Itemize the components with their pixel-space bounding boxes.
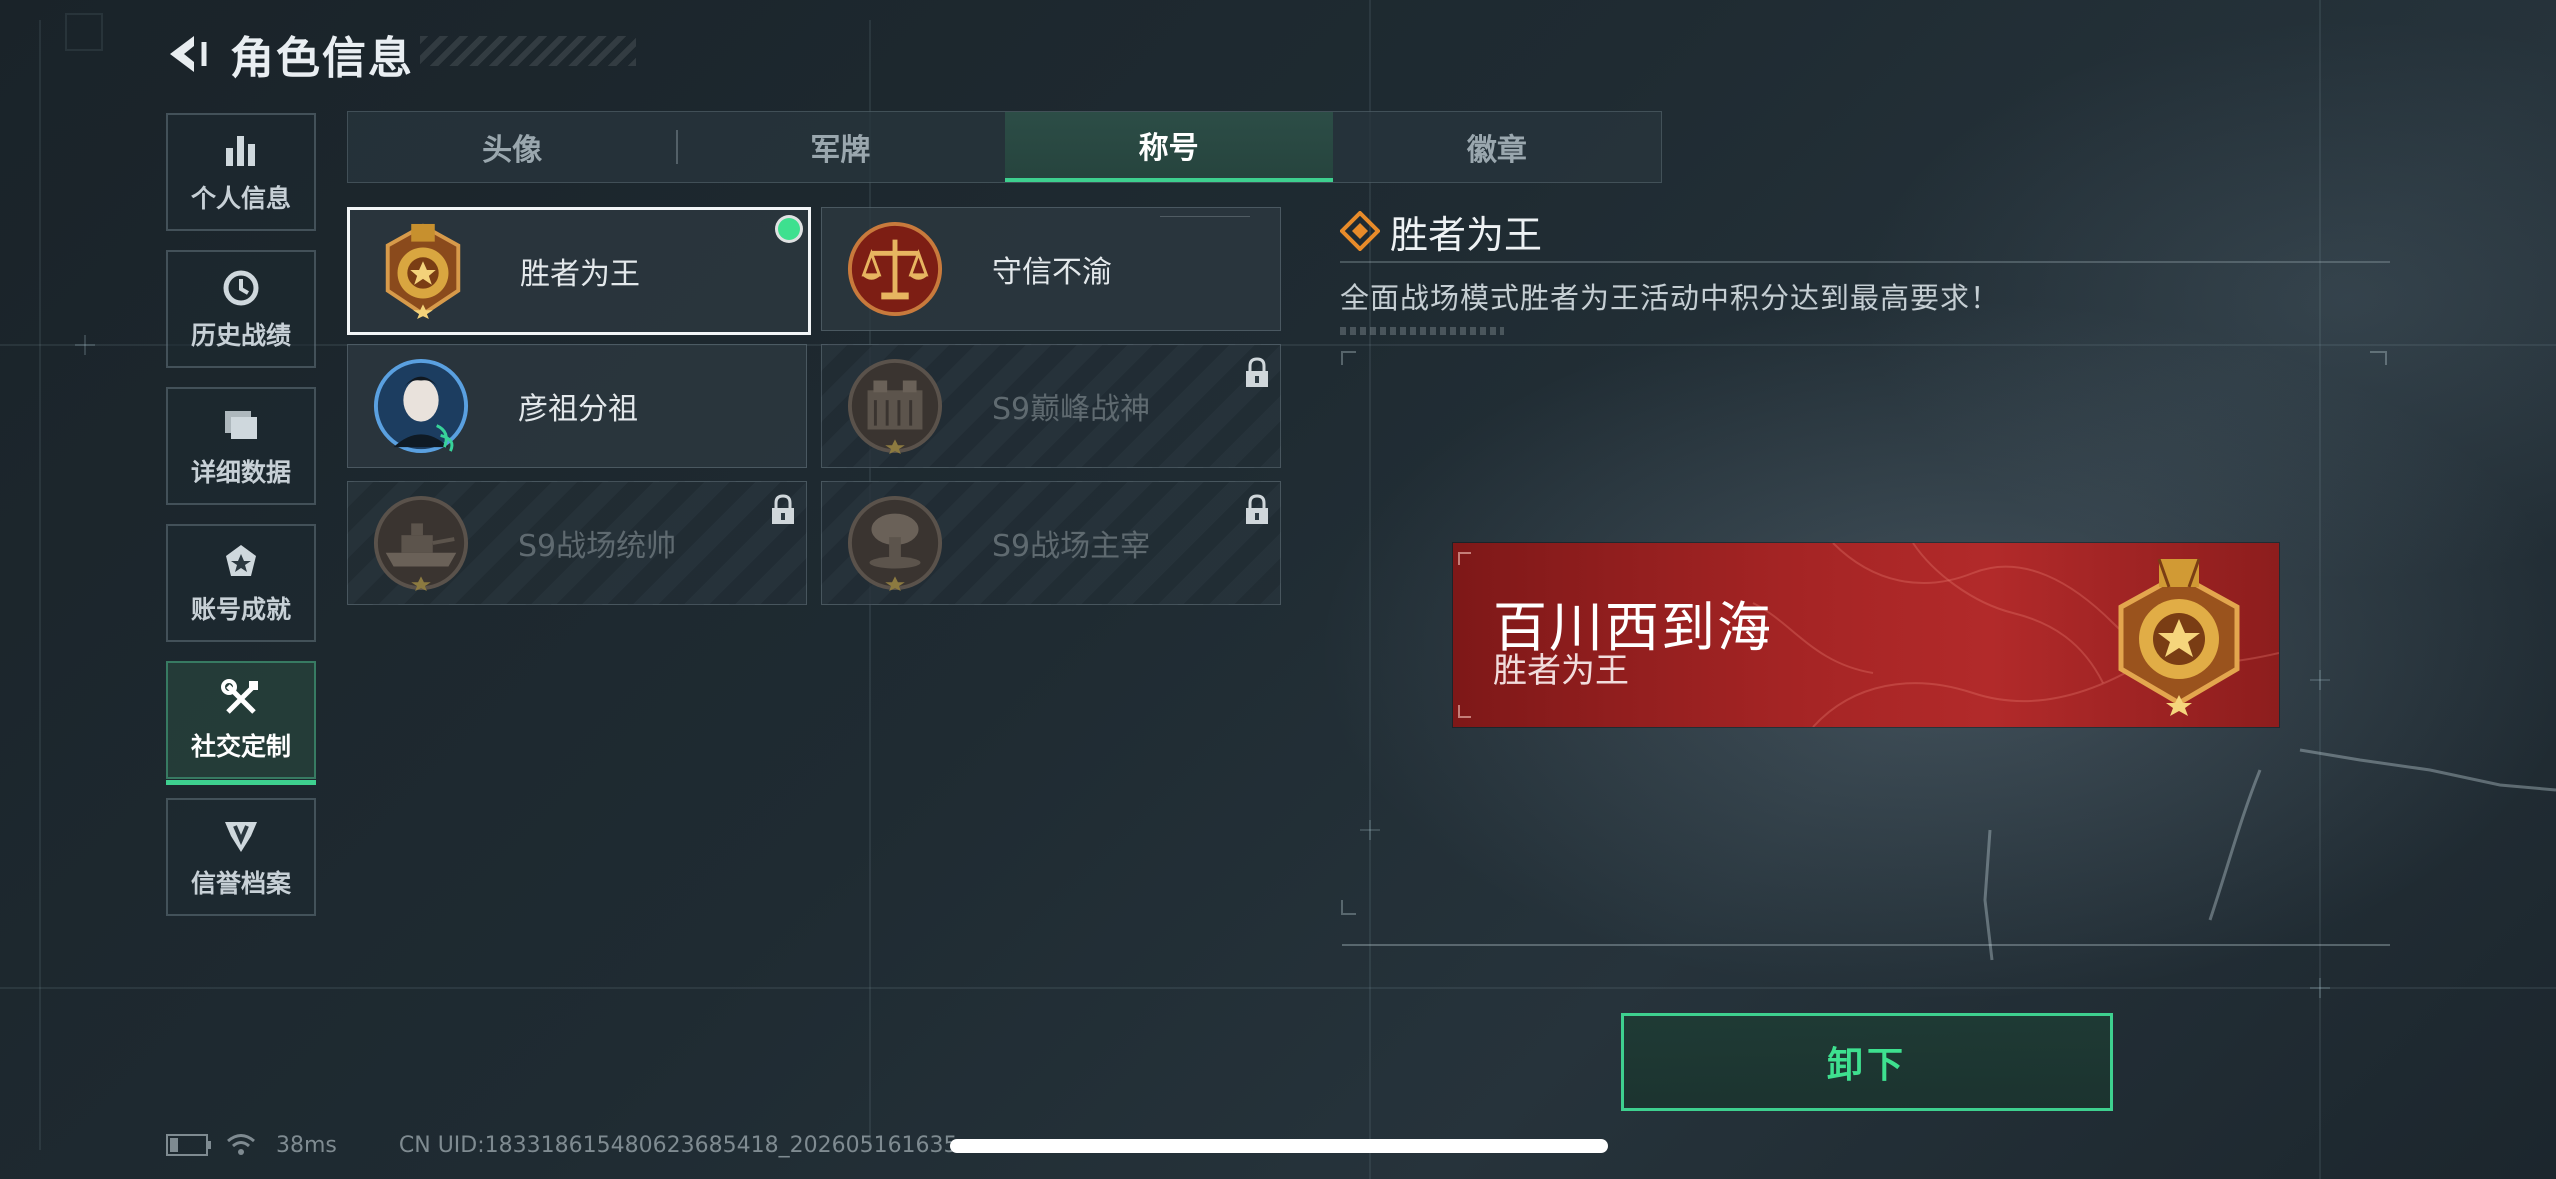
- title-card-yanzu[interactable]: 彦祖分祖: [347, 344, 807, 468]
- lock-icon: [772, 494, 794, 524]
- title-card-winner[interactable]: 胜者为王: [347, 207, 811, 335]
- bar-chart-icon: [219, 129, 263, 173]
- uid-text: CN UID:183318615480623685418_20260516163…: [398, 1132, 958, 1158]
- back-arrow-icon[interactable]: [160, 28, 212, 80]
- sidebar-item-label: 个人信息: [190, 184, 291, 213]
- lock-icon: [1246, 494, 1268, 524]
- detail-title: 胜者为王: [1390, 212, 1543, 257]
- detail-description: 全面战场模式胜者为王活动中积分达到最高要求！: [1340, 281, 2001, 315]
- status-bar: 38ms CN UID:183318615480623685418_202605…: [166, 1128, 958, 1162]
- banner-title-text: 胜者为王: [1493, 651, 1629, 691]
- sidebar-item-label: 详细数据: [190, 458, 291, 487]
- sidebar-item-achievements[interactable]: 账号成就: [166, 524, 316, 642]
- battery-icon: [166, 1134, 211, 1156]
- gold-medal-emblem-icon: [2118, 558, 2240, 716]
- sidebar-item-detailed-data[interactable]: 详细数据: [166, 387, 316, 505]
- card-decoration: [1160, 216, 1250, 223]
- sidebar: 个人信息 历史战绩 详细数据 账号成就 社交定制 信誉档案: [166, 113, 316, 935]
- title-card-s9-commander[interactable]: S9战场统帅: [347, 481, 807, 605]
- credit-shield-icon: [219, 814, 263, 858]
- page-title: 角色信息: [230, 33, 414, 84]
- tab-badge[interactable]: 徽章: [1333, 112, 1661, 182]
- folder-icon: [219, 403, 263, 447]
- title-card-keep-faith[interactable]: 守信不渝: [821, 207, 1281, 331]
- lock-icon: [1246, 357, 1268, 387]
- unequip-button-label: 卸下: [1826, 1045, 1907, 1086]
- sidebar-item-personal-info[interactable]: 个人信息: [166, 113, 316, 231]
- warship-emblem-icon: [373, 495, 469, 592]
- title-card-name: 彦祖分祖: [518, 392, 638, 427]
- title-detail-panel: 胜者为王 全面战场模式胜者为王活动中积分达到最高要求！: [1340, 205, 2390, 335]
- portrait-emblem-icon: [373, 358, 469, 454]
- sidebar-item-label: 账号成就: [190, 595, 291, 624]
- title-card-s9-peak-god[interactable]: S9巅峰战神: [821, 344, 1281, 468]
- title-card-name: S9巅峰战神: [992, 392, 1151, 427]
- title-preview-banner: 百川西到海 胜者为王: [1453, 543, 2279, 727]
- diamond-marker-icon: [1340, 211, 1380, 251]
- sidebar-item-history[interactable]: 历史战绩: [166, 250, 316, 368]
- title-card-name: S9战场主宰: [992, 529, 1151, 564]
- wifi-icon: [227, 1134, 255, 1155]
- title-card-name: 守信不渝: [992, 255, 1112, 290]
- detail-subtext-decoration: [1340, 327, 1504, 335]
- detail-header: 胜者为王: [1340, 205, 2390, 257]
- achievement-icon: [219, 540, 263, 584]
- equipped-indicator-icon: [778, 218, 800, 240]
- tab-avatar[interactable]: 头像: [348, 112, 676, 182]
- scales-of-justice-emblem-icon: [847, 221, 943, 317]
- title-stripe-decoration: [420, 36, 636, 66]
- tab-title[interactable]: 称号: [1004, 112, 1333, 182]
- title-card-s9-dominator[interactable]: S9战场主宰: [821, 481, 1281, 605]
- sidebar-item-social-customization[interactable]: 社交定制: [166, 661, 316, 785]
- sidebar-item-credit-record[interactable]: 信誉档案: [166, 798, 316, 916]
- detail-divider: [1340, 261, 2390, 263]
- sidebar-item-label: 信誉档案: [190, 869, 291, 898]
- title-card-name: 胜者为王: [520, 257, 640, 292]
- header: 角色信息: [160, 22, 414, 86]
- category-tabs: 头像 军牌 称号 徽章: [347, 111, 1662, 183]
- tab-dog-tag[interactable]: 军牌: [676, 112, 1004, 182]
- title-card-name: S9战场统帅: [518, 529, 677, 564]
- wrench-tools-icon: [219, 677, 263, 721]
- unequip-button[interactable]: 卸下: [1621, 1013, 2113, 1111]
- explosion-emblem-icon: [847, 495, 943, 592]
- gold-medal-emblem-icon: [385, 223, 461, 320]
- history-clock-icon: [219, 266, 263, 310]
- home-indicator[interactable]: [950, 1139, 1608, 1153]
- sidebar-item-label: 社交定制: [190, 732, 291, 761]
- fortress-emblem-icon: [847, 358, 943, 455]
- ping-text: 38ms: [276, 1132, 337, 1158]
- sidebar-item-label: 历史战绩: [190, 321, 291, 350]
